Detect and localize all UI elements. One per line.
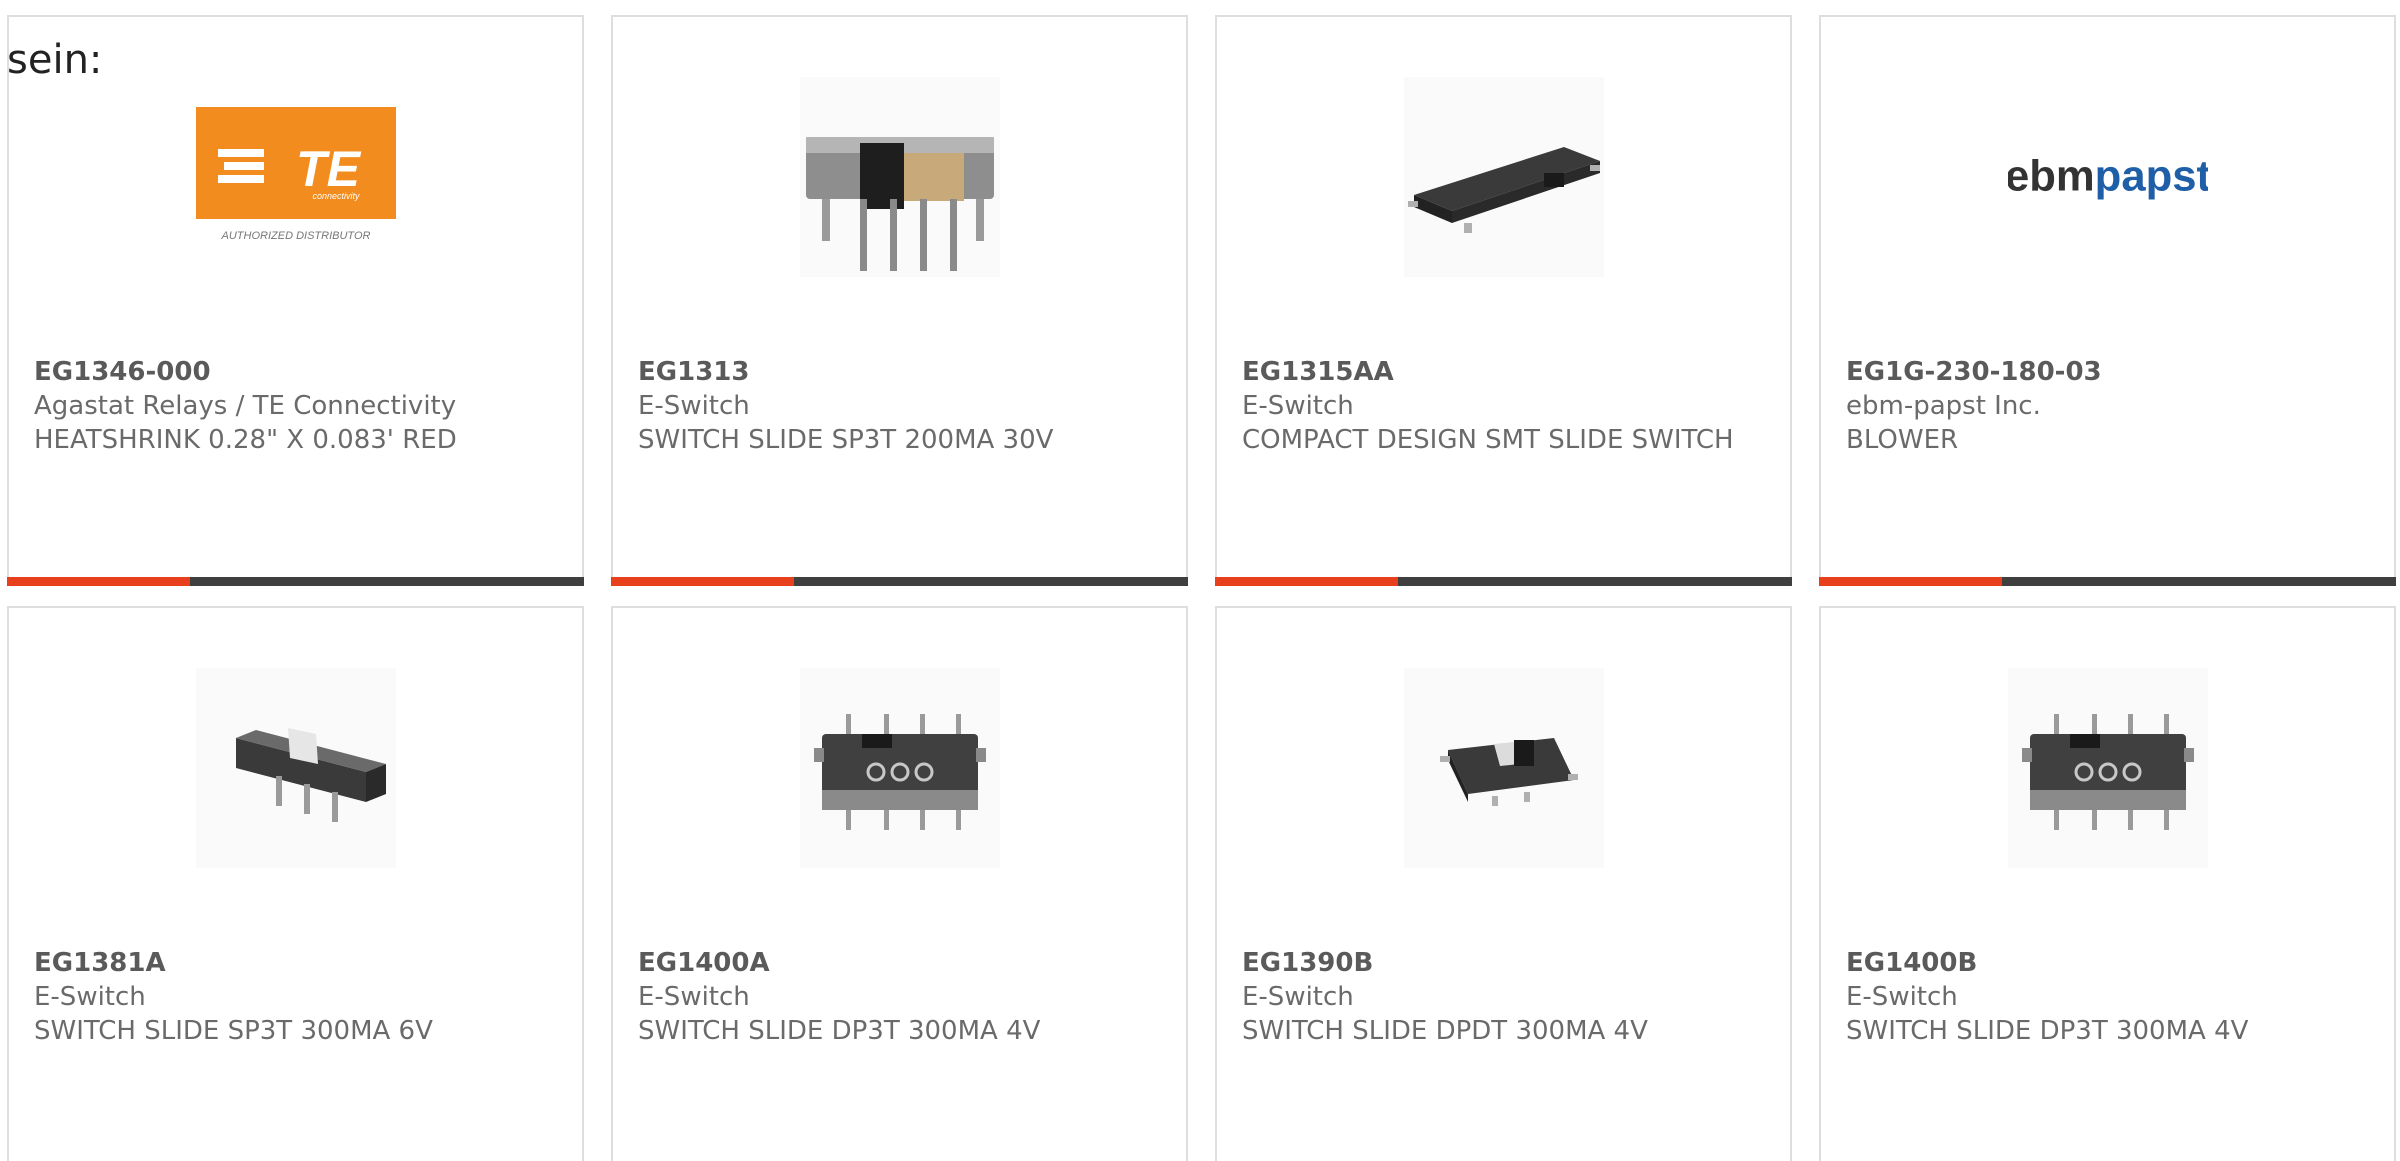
product-description: SWITCH SLIDE DP3T 300MA 4V — [638, 1016, 1041, 1046]
product-description: BLOWER — [1846, 425, 1959, 455]
manufacturer: E-Switch — [638, 391, 750, 421]
product-info: EG1381A E-Switch SWITCH SLIDE SP3T 300MA… — [34, 946, 562, 1048]
part-number-link[interactable]: EG1346-000 — [34, 355, 562, 389]
smt-slide-switch-icon — [1404, 77, 1604, 277]
ebm-papst-logo: ebmpapst — [2008, 77, 2208, 277]
product-card[interactable]: ebmpapst EG1G-230-180-03 ebm-papst Inc. … — [1819, 15, 2396, 586]
manufacturer: E-Switch — [1242, 982, 1354, 1012]
part-number-link[interactable]: EG1315AA — [1242, 355, 1770, 389]
card-accent-bar — [7, 577, 190, 586]
manufacturer: Agastat Relays / TE Connectivity — [34, 391, 457, 421]
manufacturer: E-Switch — [34, 982, 146, 1012]
svg-text:TE: TE — [296, 141, 362, 197]
product-description: SWITCH SLIDE SP3T 200MA 30V — [638, 425, 1054, 455]
product-description: COMPACT DESIGN SMT SLIDE SWITCH — [1242, 425, 1734, 455]
product-description: HEATSHRINK 0.28" X 0.083' RED — [34, 425, 457, 455]
product-card[interactable]: EG1315AA E-Switch COMPACT DESIGN SMT SLI… — [1215, 15, 1792, 586]
product-card[interactable]: EG1400B E-Switch SWITCH SLIDE DP3T 300MA… — [1819, 606, 2396, 1161]
te-connectivity-logo: TE connectivity AUTHORIZED DISTRIBUTOR — [196, 77, 396, 277]
mini-slide-switch-icon — [196, 668, 396, 868]
dp3t-slide-switch-icon — [2008, 668, 2208, 868]
part-number-link[interactable]: EG1313 — [638, 355, 1166, 389]
product-card[interactable]: EG1400A E-Switch SWITCH SLIDE DP3T 300MA… — [611, 606, 1188, 1161]
part-number-link[interactable]: EG1381A — [34, 946, 562, 980]
card-accent-bar — [611, 577, 794, 586]
product-card[interactable]: EG1381A E-Switch SWITCH SLIDE SP3T 300MA… — [7, 606, 584, 1161]
slide-switch-tall-icon — [800, 77, 1000, 277]
part-number-link[interactable]: EG1G-230-180-03 — [1846, 355, 2374, 389]
card-footer-bar — [1819, 577, 2396, 586]
part-number-link[interactable]: EG1400A — [638, 946, 1166, 980]
card-accent-bar — [1819, 577, 2002, 586]
manufacturer: E-Switch — [1242, 391, 1354, 421]
svg-text:AUTHORIZED DISTRIBUTOR: AUTHORIZED DISTRIBUTOR — [221, 230, 371, 242]
product-description: SWITCH SLIDE SP3T 300MA 6V — [34, 1016, 433, 1046]
card-footer-bar — [1215, 577, 1792, 586]
product-info: EG1390B E-Switch SWITCH SLIDE DPDT 300MA… — [1242, 946, 1770, 1048]
intro-text: sein: — [7, 37, 103, 83]
card-footer-bar — [611, 577, 1188, 586]
product-card[interactable]: EG1313 E-Switch SWITCH SLIDE SP3T 200MA … — [611, 15, 1188, 586]
product-info: EG1400B E-Switch SWITCH SLIDE DP3T 300MA… — [1846, 946, 2374, 1048]
manufacturer: ebm-papst Inc. — [1846, 391, 2041, 421]
svg-text:ebmpapst: ebmpapst — [2008, 153, 2208, 201]
product-grid-page: sein: TE connectivity AUTHORIZED DISTRIB… — [0, 0, 2400, 1161]
card-footer-bar — [7, 577, 584, 586]
manufacturer: E-Switch — [1846, 982, 1958, 1012]
manufacturer: E-Switch — [638, 982, 750, 1012]
product-info: EG1346-000 Agastat Relays / TE Connectiv… — [34, 355, 562, 457]
product-card[interactable]: TE connectivity AUTHORIZED DISTRIBUTOR E… — [7, 15, 584, 586]
product-info: EG1313 E-Switch SWITCH SLIDE SP3T 200MA … — [638, 355, 1166, 457]
part-number-link[interactable]: EG1390B — [1242, 946, 1770, 980]
svg-text:connectivity: connectivity — [312, 191, 360, 201]
part-number-link[interactable]: EG1400B — [1846, 946, 2374, 980]
product-info: EG1G-230-180-03 ebm-papst Inc. BLOWER — [1846, 355, 2374, 457]
product-description: SWITCH SLIDE DP3T 300MA 4V — [1846, 1016, 2249, 1046]
product-info: EG1400A E-Switch SWITCH SLIDE DP3T 300MA… — [638, 946, 1166, 1048]
card-accent-bar — [1215, 577, 1398, 586]
product-info: EG1315AA E-Switch COMPACT DESIGN SMT SLI… — [1242, 355, 1770, 457]
product-description: SWITCH SLIDE DPDT 300MA 4V — [1242, 1016, 1648, 1046]
dpdt-slide-switch-icon — [1404, 668, 1604, 868]
product-card[interactable]: EG1390B E-Switch SWITCH SLIDE DPDT 300MA… — [1215, 606, 1792, 1161]
dp3t-slide-switch-icon — [800, 668, 1000, 868]
